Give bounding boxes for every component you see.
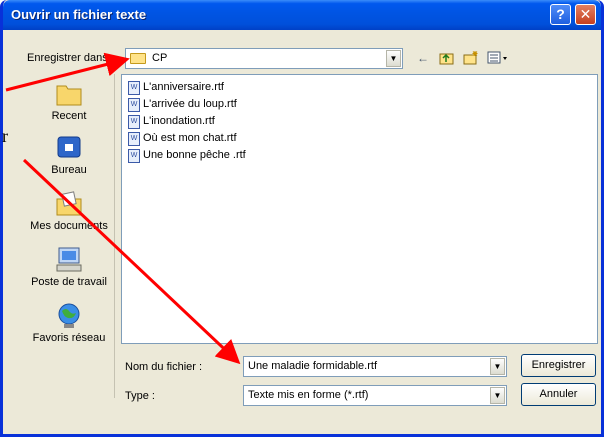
window-title: Ouvrir un fichier texte	[11, 7, 147, 22]
filetype-value: Texte mis en forme (*.rtf)	[248, 389, 369, 401]
places-bar: Recent Bureau Mes documents Poste de tra…	[23, 74, 115, 398]
filetype-dropdown[interactable]: Texte mis en forme (*.rtf) ▼	[243, 385, 507, 406]
file-name: L'anniversaire.rtf	[143, 81, 224, 93]
save-dialog-window: Ouvrir un fichier texte ? ✕ Enregistrer …	[0, 0, 604, 437]
stray-text: r	[2, 126, 8, 146]
desktop-icon	[54, 134, 84, 162]
recent-folder-icon	[54, 80, 84, 108]
file-name: Où est mon chat.rtf	[143, 132, 237, 144]
list-item[interactable]: W Une bonne pêche .rtf	[128, 149, 246, 165]
filename-field[interactable]: Une maladie formidable.rtf ▼	[243, 356, 507, 377]
list-item[interactable]: W L'anniversaire.rtf	[128, 81, 224, 97]
place-label: Favoris réseau	[32, 332, 106, 344]
chevron-down-icon[interactable]: ▼	[490, 358, 505, 375]
cancel-button[interactable]: Annuler	[521, 383, 596, 406]
network-places-icon	[54, 302, 84, 330]
title-bar[interactable]: Ouvrir un fichier texte ? ✕	[3, 0, 601, 30]
list-item[interactable]: W Où est mon chat.rtf	[128, 132, 237, 148]
file-name: L'inondation.rtf	[143, 115, 215, 127]
place-label: Poste de travail	[31, 276, 107, 288]
location-dropdown[interactable]: CP ▼	[125, 48, 403, 69]
new-folder-icon[interactable]	[463, 50, 479, 66]
save-in-label: Enregistrer dans :	[27, 52, 114, 64]
my-computer-icon	[54, 246, 84, 274]
help-button[interactable]: ?	[550, 4, 571, 25]
file-name: L'arrivée du loup.rtf	[143, 98, 237, 110]
list-item[interactable]: W L'inondation.rtf	[128, 115, 215, 131]
chevron-down-icon[interactable]: ▼	[386, 50, 401, 67]
place-label: Bureau	[51, 164, 87, 176]
file-name: Une bonne pêche .rtf	[143, 149, 246, 161]
filename-label: Nom du fichier :	[125, 361, 203, 373]
file-list[interactable]: W L'anniversaire.rtf W L'arrivée du loup.r…	[121, 74, 598, 344]
rtf-document-icon: W	[128, 81, 140, 95]
place-label: Recent	[51, 110, 87, 122]
chevron-down-icon[interactable]: ▼	[490, 387, 505, 404]
rtf-document-icon: W	[128, 98, 140, 112]
my-documents-icon	[54, 190, 84, 218]
back-arrow-icon[interactable]: ←	[415, 50, 431, 66]
place-desktop[interactable]: Bureau	[23, 134, 115, 176]
save-button[interactable]: Enregistrer	[521, 354, 596, 377]
rtf-document-icon: W	[128, 115, 140, 129]
location-value: CP	[152, 52, 168, 64]
place-recent[interactable]: Recent	[23, 80, 115, 122]
views-menu-icon[interactable]	[487, 50, 509, 66]
close-button[interactable]: ✕	[575, 4, 596, 25]
filename-value: Une maladie formidable.rtf	[248, 360, 378, 372]
place-label: Mes documents	[30, 220, 108, 232]
filetype-label: Type :	[125, 390, 155, 402]
place-my-computer[interactable]: Poste de travail	[23, 246, 115, 288]
rtf-document-icon: W	[128, 132, 140, 146]
place-my-documents[interactable]: Mes documents	[23, 190, 115, 232]
rtf-document-icon: W	[128, 149, 140, 163]
folder-icon	[130, 53, 146, 64]
up-folder-icon[interactable]	[439, 50, 455, 66]
place-network[interactable]: Favoris réseau	[23, 302, 115, 344]
list-item[interactable]: W L'arrivée du loup.rtf	[128, 98, 237, 114]
